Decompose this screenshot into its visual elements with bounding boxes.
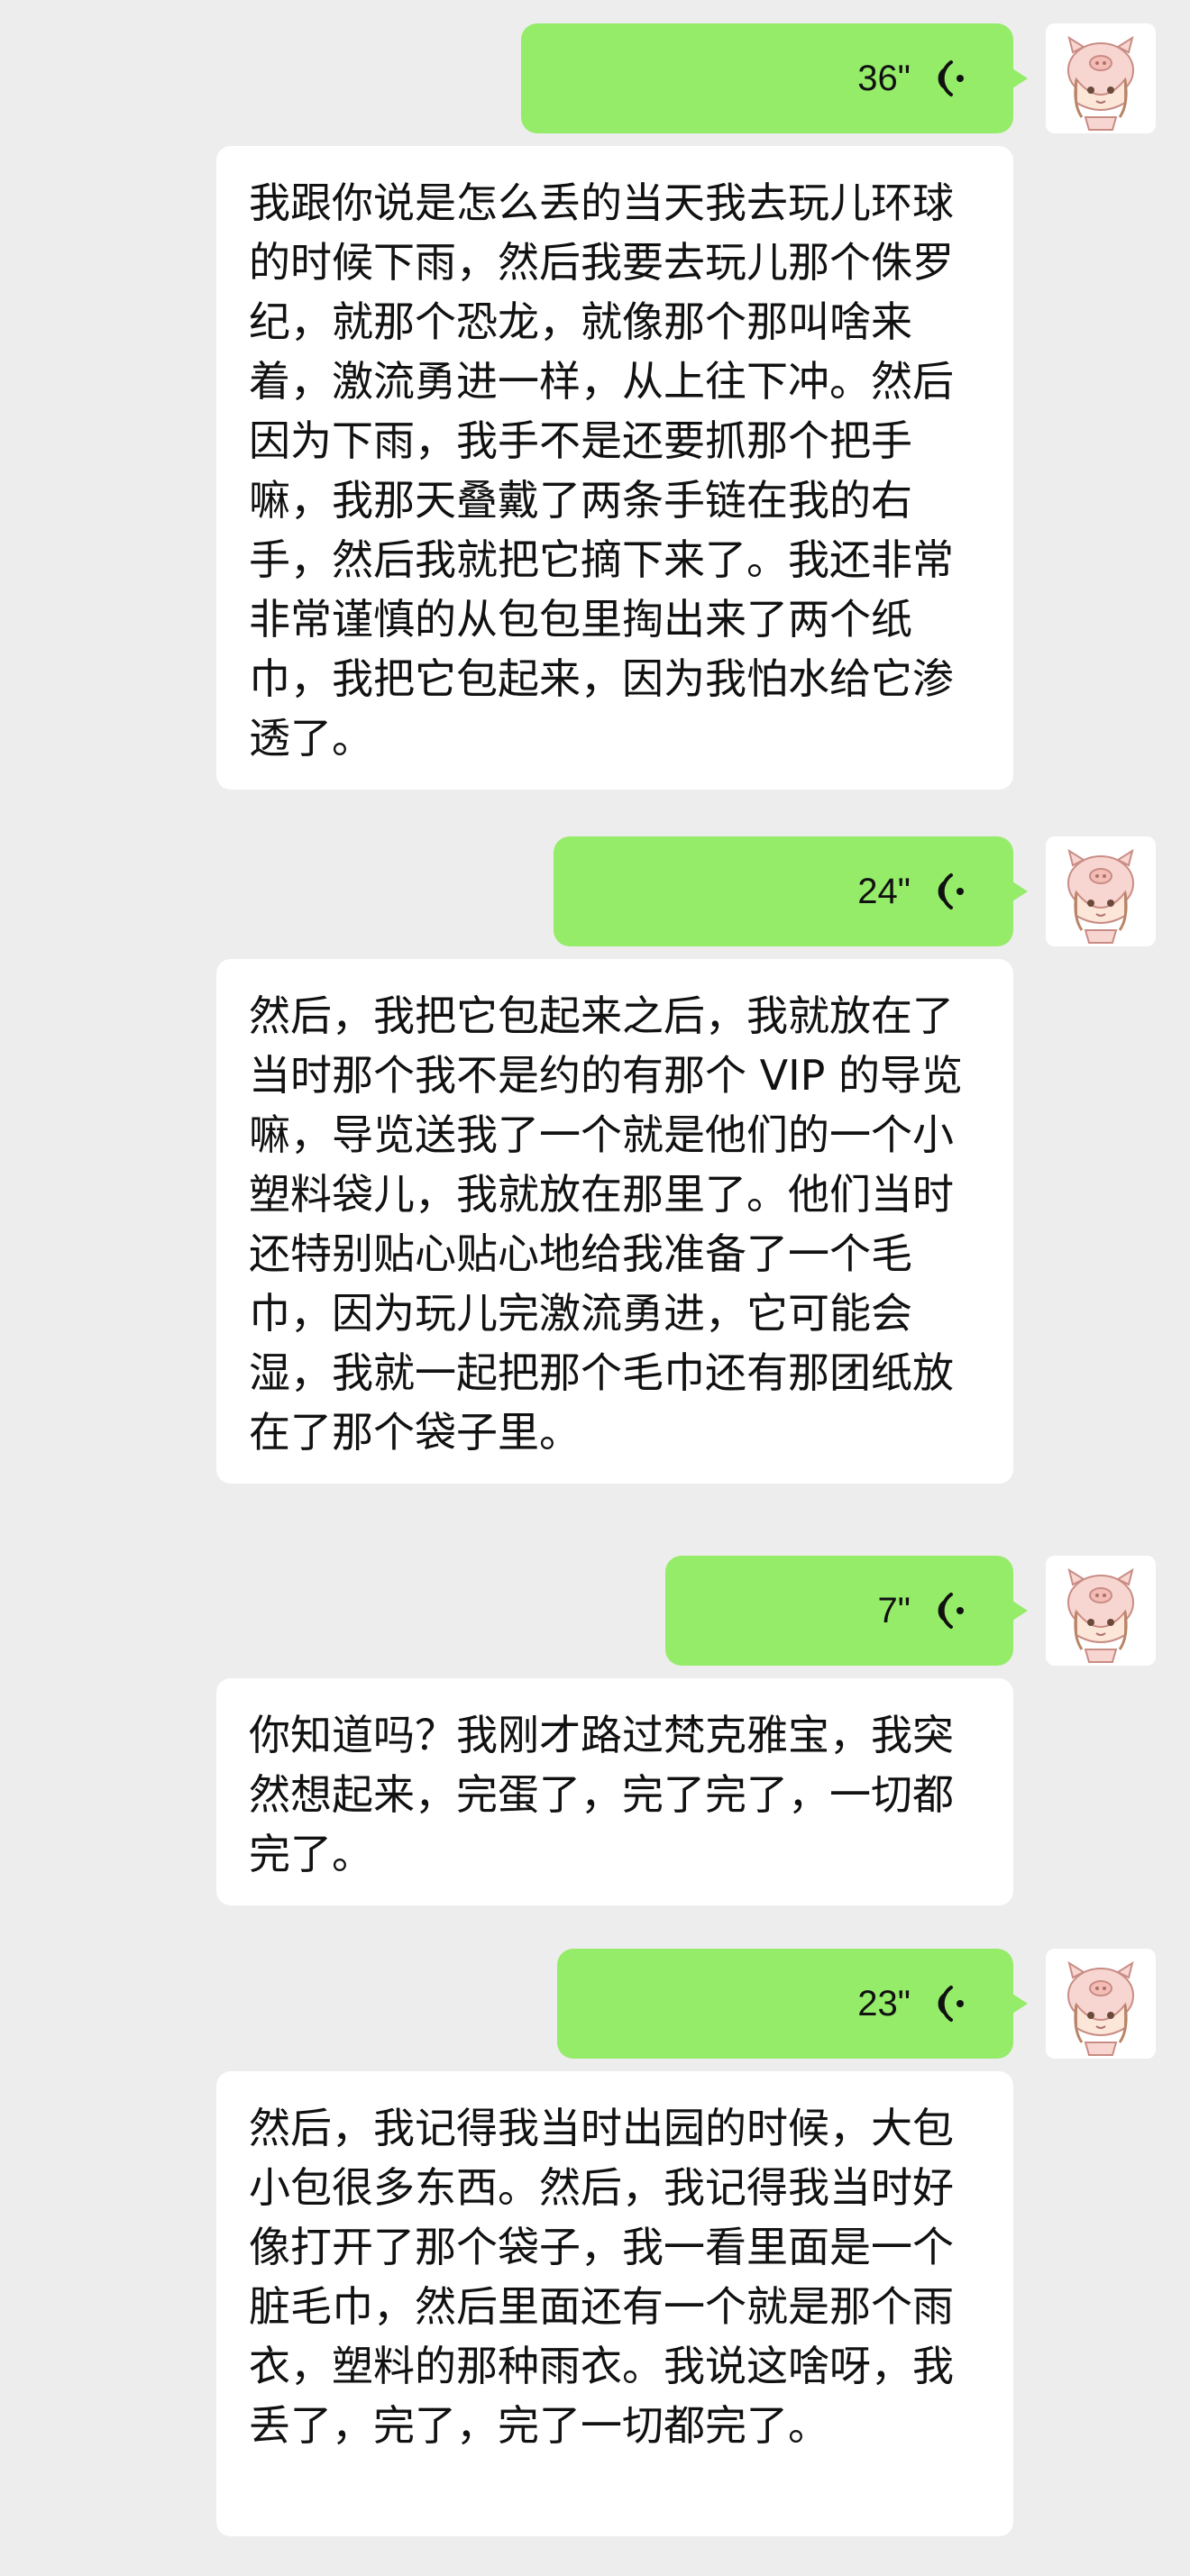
avatar[interactable] — [1046, 836, 1156, 946]
voice-transcript: 你知道吗？我刚才路过梵克雅宝，我突然想起来，完蛋了，完了完了，一切都完了。 — [216, 1678, 1013, 1905]
voice-duration: 24" — [857, 871, 911, 911]
voice-wave-icon — [938, 1593, 964, 1629]
pig-hat-girl-avatar — [1046, 1949, 1156, 2059]
voice-message-bubble[interactable]: 23" — [557, 1949, 1028, 2059]
avatar[interactable] — [1046, 1949, 1156, 2059]
pig-hat-girl-avatar — [1046, 1556, 1156, 1666]
avatar[interactable] — [1046, 1556, 1156, 1666]
voice-duration: 36" — [857, 58, 911, 98]
voice-transcript: 然后，我记得我当时出园的时候，大包小包很多东西。然后，我记得我当时好像打开了那个… — [216, 2071, 1013, 2536]
voice-wave-icon — [938, 60, 964, 96]
avatar[interactable] — [1046, 23, 1156, 133]
voice-transcript: 然后，我把它包起来之后，我就放在了当时那个我不是约的有那个 VIP 的导览嘛，导… — [216, 959, 1013, 1484]
pig-hat-girl-avatar — [1046, 23, 1156, 133]
voice-duration: 23" — [857, 1983, 911, 2023]
voice-wave-icon — [938, 1986, 964, 2022]
voice-transcript: 我跟你说是怎么丢的当天我去玩儿环球的时候下雨，然后我要去玩儿那个侏罗纪，就那个恐… — [216, 146, 1013, 790]
voice-wave-icon — [938, 873, 964, 909]
chat-area: 36" 我跟你说是怎么丢的当天我去玩儿环球的时候下雨，然后我要去玩儿那个侏罗纪，… — [0, 0, 1190, 2576]
voice-message-bubble[interactable]: 36" — [521, 23, 1028, 133]
voice-message-bubble[interactable]: 7" — [665, 1556, 1028, 1666]
voice-message-bubble[interactable]: 24" — [554, 836, 1028, 946]
pig-hat-girl-avatar — [1046, 836, 1156, 946]
voice-duration: 7" — [877, 1590, 911, 1631]
